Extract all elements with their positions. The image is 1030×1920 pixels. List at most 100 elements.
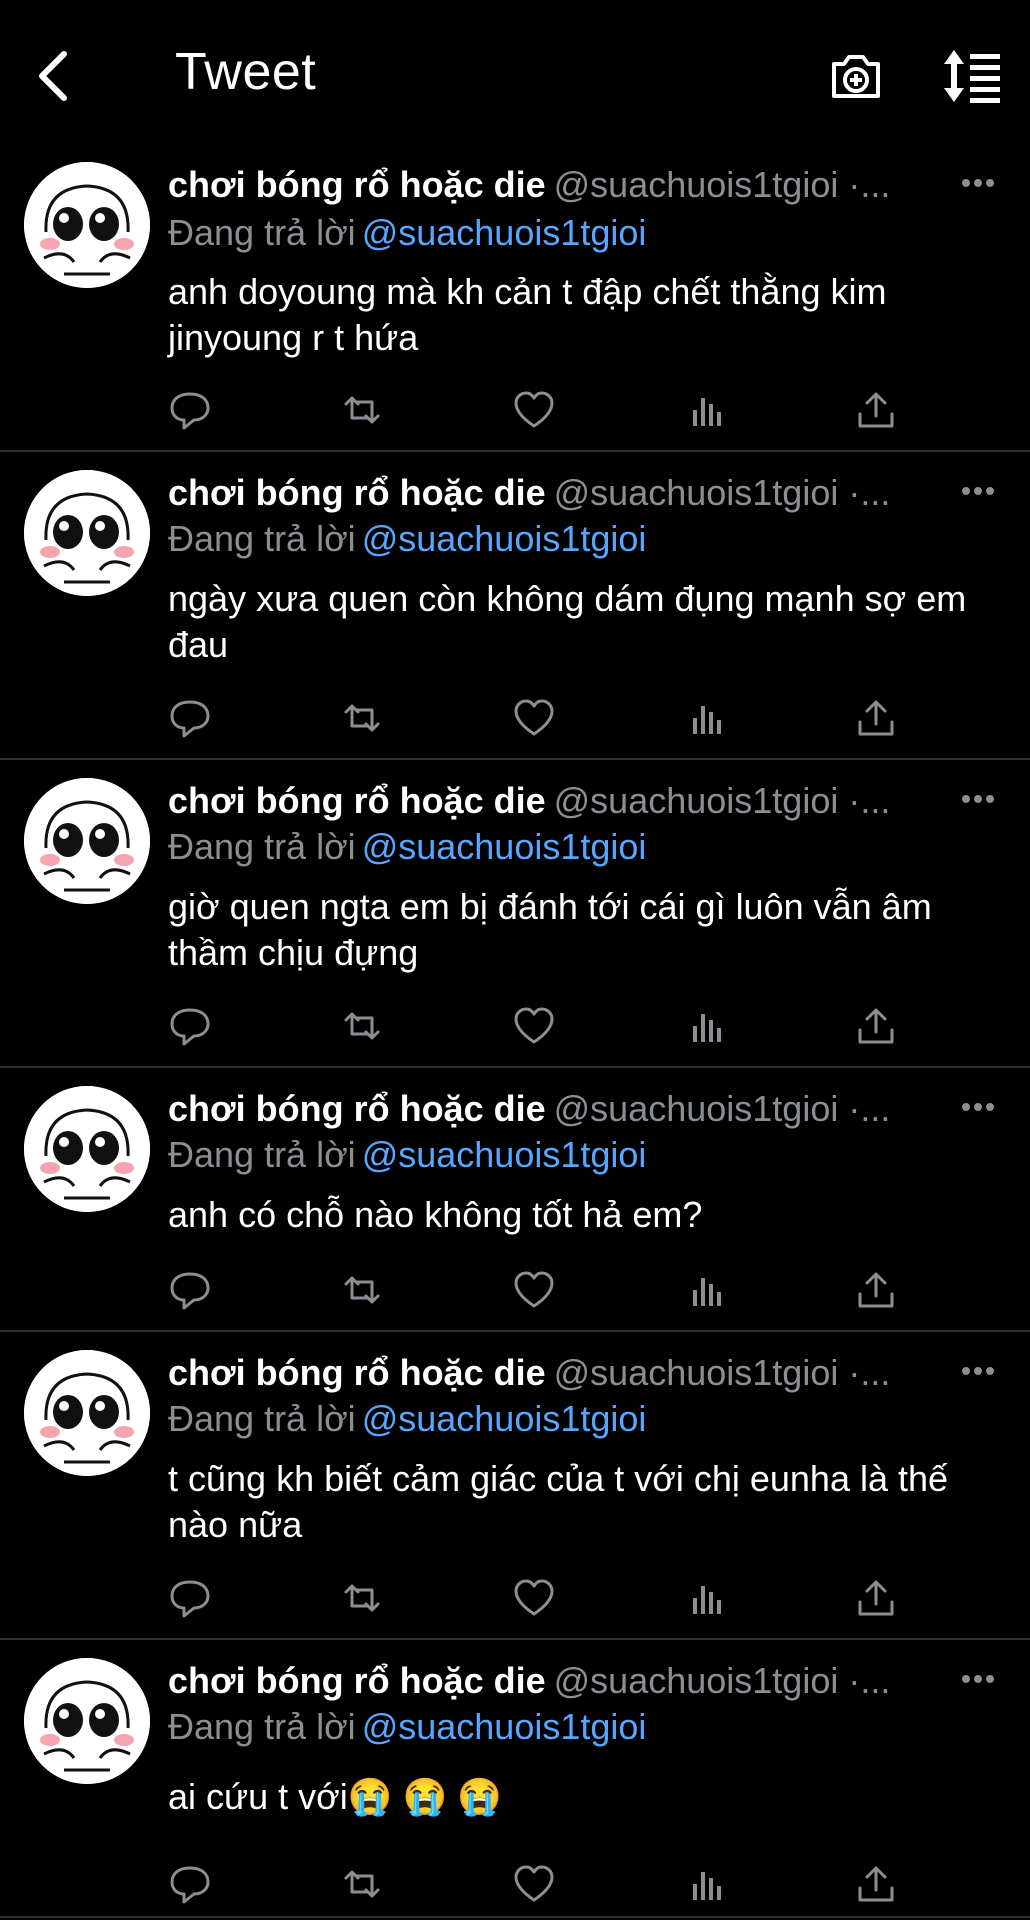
tweet[interactable]: chơi bóng rổ hoặc die @suachuois1tgioi ·.…: [0, 152, 1030, 452]
share-icon: [858, 1580, 894, 1616]
analytics-button[interactable]: [684, 1862, 728, 1906]
share-icon: [858, 1008, 894, 1044]
like-button[interactable]: [512, 388, 556, 432]
like-icon: [514, 699, 554, 736]
retweet-button[interactable]: [340, 696, 384, 740]
reply-button[interactable]: [168, 1268, 212, 1312]
reply-handle-link[interactable]: @suachuois1tgioi: [362, 1706, 647, 1747]
page-title: Tweet: [175, 43, 317, 101]
handle: @suachuois1tgioi ·...: [553, 1352, 891, 1393]
display-name[interactable]: chơi bóng rổ hoặc die: [168, 1352, 546, 1393]
reply-icon: [170, 1866, 210, 1904]
more-options-button[interactable]: [962, 482, 998, 502]
sort-button[interactable]: [940, 48, 1004, 104]
reply-button[interactable]: [168, 388, 212, 432]
reply-context: Đang trả lời @suachuois1tgioi: [168, 210, 646, 256]
handle: @suachuois1tgioi ·...: [553, 164, 891, 205]
tweet[interactable]: chơi bóng rổ hoặc die @suachuois1tgioi ·.…: [0, 1640, 1030, 1918]
tweet-text: ai cứu t với😭 😭 😭: [168, 1776, 503, 1817]
share-button[interactable]: [854, 1862, 898, 1906]
reply-button[interactable]: [168, 1862, 212, 1906]
reply-handle-link[interactable]: @suachuois1tgioi: [362, 212, 647, 253]
reply-icon: [170, 1272, 210, 1310]
tweet-text: ngày xưa quen còn không dám đụng mạnh sợ…: [168, 578, 967, 665]
display-name[interactable]: chơi bóng rổ hoặc die: [168, 472, 546, 513]
share-button[interactable]: [854, 388, 898, 432]
back-button[interactable]: [30, 46, 78, 106]
share-button[interactable]: [854, 1576, 898, 1620]
like-button[interactable]: [512, 696, 556, 740]
share-button[interactable]: [854, 1004, 898, 1048]
like-button[interactable]: [512, 1576, 556, 1620]
like-button[interactable]: [512, 1862, 556, 1906]
reply-icon: [170, 1008, 210, 1046]
share-icon: [858, 700, 894, 736]
reply-button[interactable]: [168, 1576, 212, 1620]
display-name[interactable]: chơi bóng rổ hoặc die: [168, 1088, 546, 1129]
analytics-icon: [693, 1586, 721, 1614]
handle: @suachuois1tgioi ·...: [553, 1660, 891, 1701]
retweet-icon: [344, 1012, 380, 1040]
reply-context: Đang trả lời @suachuois1tgioi: [168, 824, 646, 870]
avatar[interactable]: [24, 470, 150, 596]
share-button[interactable]: [854, 696, 898, 740]
retweet-button[interactable]: [340, 388, 384, 432]
tweet-header: chơi bóng rổ hoặc die @suachuois1tgioi ·.…: [168, 778, 968, 824]
reply-context: Đang trả lời @suachuois1tgioi: [168, 1704, 646, 1750]
reply-button[interactable]: [168, 696, 212, 740]
display-name[interactable]: chơi bóng rổ hoặc die: [168, 164, 546, 205]
more-options-button[interactable]: [962, 790, 998, 810]
more-icon: [962, 795, 970, 803]
analytics-button[interactable]: [684, 1268, 728, 1312]
analytics-button[interactable]: [684, 388, 728, 432]
analytics-button[interactable]: [684, 1576, 728, 1620]
analytics-icon: [693, 1278, 721, 1306]
analytics-button[interactable]: [684, 1004, 728, 1048]
more-options-button[interactable]: [962, 1670, 998, 1690]
tweet[interactable]: chơi bóng rổ hoặc die @suachuois1tgioi ·.…: [0, 1068, 1030, 1332]
more-options-button[interactable]: [962, 1098, 998, 1118]
like-button[interactable]: [512, 1268, 556, 1312]
reply-handle-link[interactable]: @suachuois1tgioi: [362, 826, 647, 867]
reply-handle-link[interactable]: @suachuois1tgioi: [362, 518, 647, 559]
avatar[interactable]: [24, 1350, 150, 1476]
tweet-text: anh có chỗ nào không tốt hả em?: [168, 1194, 703, 1235]
analytics-button[interactable]: [684, 696, 728, 740]
more-options-button[interactable]: [962, 1362, 998, 1382]
camera-plus-icon: [832, 55, 880, 98]
tweet-actions: [168, 1576, 908, 1624]
share-button[interactable]: [854, 1268, 898, 1312]
tweet[interactable]: chơi bóng rổ hoặc die @suachuois1tgioi ·.…: [0, 760, 1030, 1068]
share-icon: [858, 1272, 894, 1308]
avatar[interactable]: [24, 162, 150, 288]
display-name[interactable]: chơi bóng rổ hoặc die: [168, 1660, 546, 1701]
reply-icon: [170, 1580, 210, 1618]
retweet-button[interactable]: [340, 1862, 384, 1906]
reply-handle-link[interactable]: @suachuois1tgioi: [362, 1398, 647, 1439]
more-options-button[interactable]: [962, 174, 998, 194]
like-icon: [514, 1865, 554, 1902]
tweet[interactable]: chơi bóng rổ hoặc die @suachuois1tgioi ·.…: [0, 1332, 1030, 1640]
tweet-list: chơi bóng rổ hoặc die @suachuois1tgioi ·.…: [0, 152, 1030, 1918]
retweet-button[interactable]: [340, 1004, 384, 1048]
more-icon: [962, 1103, 970, 1111]
camera-button[interactable]: [828, 48, 884, 104]
retweet-button[interactable]: [340, 1576, 384, 1620]
tweet-text: giờ quen ngta em bị đánh tới cái gì luôn…: [168, 886, 932, 973]
handle: @suachuois1tgioi ·...: [553, 1088, 891, 1129]
like-icon: [514, 391, 554, 428]
avatar-image: [24, 778, 150, 904]
avatar[interactable]: [24, 1658, 150, 1784]
reply-button[interactable]: [168, 1004, 212, 1048]
chevron-left-icon: [39, 51, 67, 101]
avatar[interactable]: [24, 1086, 150, 1212]
reply-handle-link[interactable]: @suachuois1tgioi: [362, 1134, 647, 1175]
like-button[interactable]: [512, 1004, 556, 1048]
analytics-icon: [693, 1014, 721, 1042]
reply-prefix: Đang trả lời: [168, 1398, 356, 1439]
retweet-button[interactable]: [340, 1268, 384, 1312]
avatar[interactable]: [24, 778, 150, 904]
tweet[interactable]: chơi bóng rổ hoặc die @suachuois1tgioi ·.…: [0, 452, 1030, 760]
display-name[interactable]: chơi bóng rổ hoặc die: [168, 780, 546, 821]
more-icon: [962, 487, 970, 495]
